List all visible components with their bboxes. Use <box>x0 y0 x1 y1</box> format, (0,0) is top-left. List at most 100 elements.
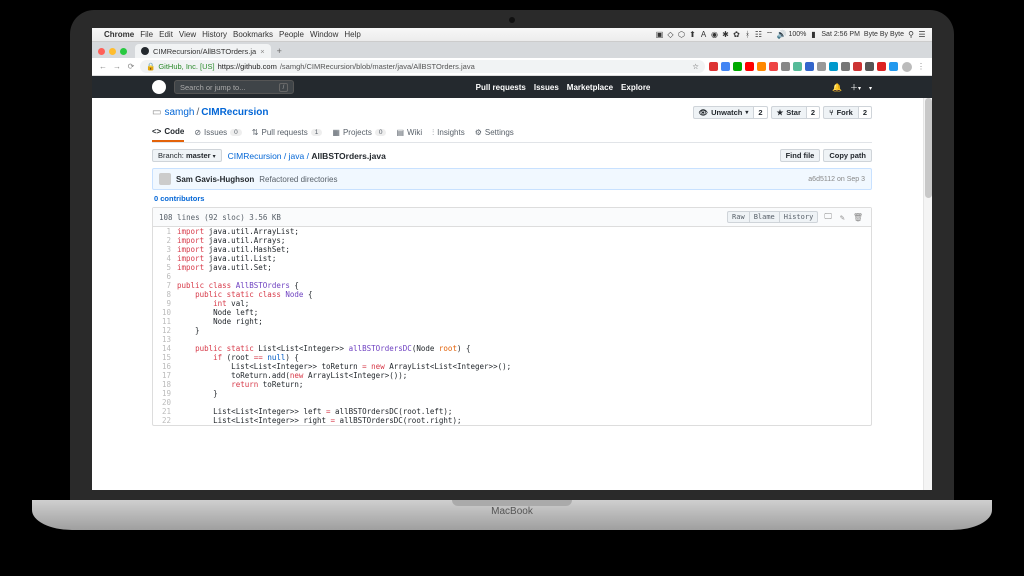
menubar-icon[interactable]: ◇ <box>666 30 674 39</box>
menu-item[interactable]: Help <box>344 30 360 39</box>
line-number[interactable]: 19 <box>153 389 177 398</box>
extension-icon[interactable] <box>829 62 838 71</box>
menubar-icon[interactable]: A <box>699 30 707 39</box>
extension-icon[interactable] <box>721 62 730 71</box>
crumb-link[interactable]: CIMRecursion <box>228 151 282 161</box>
reload-icon[interactable]: ⟳ <box>126 62 136 71</box>
menubar-icon[interactable]: ✱ <box>721 30 729 39</box>
line-number[interactable]: 4 <box>153 254 177 263</box>
menu-item[interactable]: Window <box>310 30 338 39</box>
copy-path-button[interactable]: Copy path <box>823 149 872 162</box>
github-nav-link[interactable]: Explore <box>621 83 650 92</box>
extension-icon[interactable] <box>757 62 766 71</box>
scrollbar[interactable] <box>923 98 932 490</box>
line-number[interactable]: 21 <box>153 407 177 416</box>
line-number[interactable]: 22 <box>153 416 177 425</box>
raw-button[interactable]: Raw <box>727 211 750 223</box>
line-number[interactable]: 16 <box>153 362 177 371</box>
profile-menu[interactable]: ▾ <box>869 83 872 92</box>
github-logo-icon[interactable] <box>152 80 166 94</box>
line-number[interactable]: 20 <box>153 398 177 407</box>
menubar-icon[interactable]: ✿ <box>732 30 740 39</box>
line-number[interactable]: 2 <box>153 236 177 245</box>
tab-settings[interactable]: ⚙Settings <box>475 123 514 142</box>
battery-percent[interactable]: 100% <box>788 31 806 38</box>
menubar-icon[interactable]: ▣ <box>655 30 663 39</box>
notification-icon[interactable]: ☰ <box>918 30 926 39</box>
delete-icon[interactable]: 🗑 <box>851 213 865 222</box>
menu-item[interactable]: Edit <box>159 30 173 39</box>
menu-item[interactable]: Bookmarks <box>233 30 273 39</box>
commit-hash[interactable]: a6d5112 <box>808 176 835 183</box>
forward-icon[interactable]: → <box>112 62 122 71</box>
menu-item[interactable]: History <box>202 30 227 39</box>
crumb-link[interactable]: java <box>289 151 305 161</box>
tab-insights[interactable]: ⫶Insights <box>432 123 465 142</box>
line-number[interactable]: 6 <box>153 272 177 281</box>
author-name[interactable]: Sam Gavis-Hughson <box>176 175 254 184</box>
create-menu[interactable]: ＋▾ <box>850 82 861 93</box>
menu-item[interactable]: People <box>279 30 304 39</box>
menubar-icon[interactable]: ☷ <box>754 30 762 39</box>
battery-icon[interactable]: ▮ <box>809 30 817 39</box>
line-number[interactable]: 7 <box>153 281 177 290</box>
edit-icon[interactable]: ✎ <box>838 213 847 222</box>
minimize-window-icon[interactable] <box>109 48 116 55</box>
extension-icon[interactable] <box>877 62 886 71</box>
line-number[interactable]: 1 <box>153 227 177 236</box>
line-number[interactable]: 8 <box>153 290 177 299</box>
wifi-icon[interactable]: ⌔ <box>765 30 773 40</box>
line-number[interactable]: 12 <box>153 326 177 335</box>
line-number[interactable]: 14 <box>153 344 177 353</box>
line-number[interactable]: 3 <box>153 245 177 254</box>
unwatch-button[interactable]: 👁Unwatch▾ <box>693 106 755 119</box>
star-icon[interactable]: ☆ <box>692 62 699 71</box>
line-number[interactable]: 11 <box>153 317 177 326</box>
bluetooth-icon[interactable]: ᚼ <box>743 30 751 39</box>
line-number[interactable]: 5 <box>153 263 177 272</box>
line-number[interactable]: 17 <box>153 371 177 380</box>
line-number[interactable]: 9 <box>153 299 177 308</box>
watch-count[interactable]: 2 <box>754 106 767 119</box>
extension-icon[interactable] <box>733 62 742 71</box>
dropbox-icon[interactable]: ⬡ <box>677 30 685 39</box>
new-tab-button[interactable]: + <box>277 46 282 56</box>
menubar-icon[interactable]: ⬆ <box>688 30 696 39</box>
extension-icon[interactable] <box>817 62 826 71</box>
find-file-button[interactable]: Find file <box>780 149 821 162</box>
menu-icon[interactable]: ⋮ <box>916 62 926 71</box>
tab-wiki[interactable]: ▤Wiki <box>396 123 422 142</box>
blame-button[interactable]: Blame <box>750 211 780 223</box>
github-nav-link[interactable]: Marketplace <box>567 83 613 92</box>
repo-link[interactable]: CIMRecursion <box>201 107 268 118</box>
star-button[interactable]: ★Star <box>771 106 807 119</box>
github-search-input[interactable]: Search or jump to... / <box>174 80 294 94</box>
scrollbar-thumb[interactable] <box>925 98 932 198</box>
owner-link[interactable]: samgh <box>164 107 194 118</box>
maximize-window-icon[interactable] <box>120 48 127 55</box>
address-bar[interactable]: 🔒 GitHub, Inc. [US] https://github.com/s… <box>140 60 705 73</box>
extension-icon[interactable] <box>865 62 874 71</box>
spotlight-icon[interactable]: ⚲ <box>907 30 915 39</box>
username[interactable]: Byte By Byte <box>864 31 904 38</box>
tab-pull-requests[interactable]: ⇅Pull requests1 <box>252 123 323 142</box>
close-window-icon[interactable] <box>98 48 105 55</box>
menubar-icon[interactable]: ◉ <box>710 30 718 39</box>
github-nav-link[interactable]: Issues <box>534 83 559 92</box>
line-number[interactable]: 10 <box>153 308 177 317</box>
fork-count[interactable]: 2 <box>859 106 872 119</box>
branch-selector[interactable]: Branch: master ▾ <box>152 149 222 162</box>
menu-app[interactable]: Chrome <box>104 30 134 39</box>
volume-icon[interactable]: 🔊 <box>776 30 784 39</box>
commit-message[interactable]: Refactored directories <box>259 175 337 184</box>
clock[interactable]: Sat 2:56 PM <box>821 31 860 38</box>
tab-projects[interactable]: ▦Projects0 <box>332 123 386 142</box>
close-tab-icon[interactable]: × <box>260 47 264 56</box>
github-nav-link[interactable]: Pull requests <box>476 83 526 92</box>
tab-issues[interactable]: ⊘Issues0 <box>194 123 241 142</box>
tab-code[interactable]: <>Code <box>152 123 184 142</box>
extension-icon[interactable] <box>805 62 814 71</box>
history-button[interactable]: History <box>780 211 819 223</box>
extension-icon[interactable] <box>781 62 790 71</box>
star-count[interactable]: 2 <box>807 106 820 119</box>
